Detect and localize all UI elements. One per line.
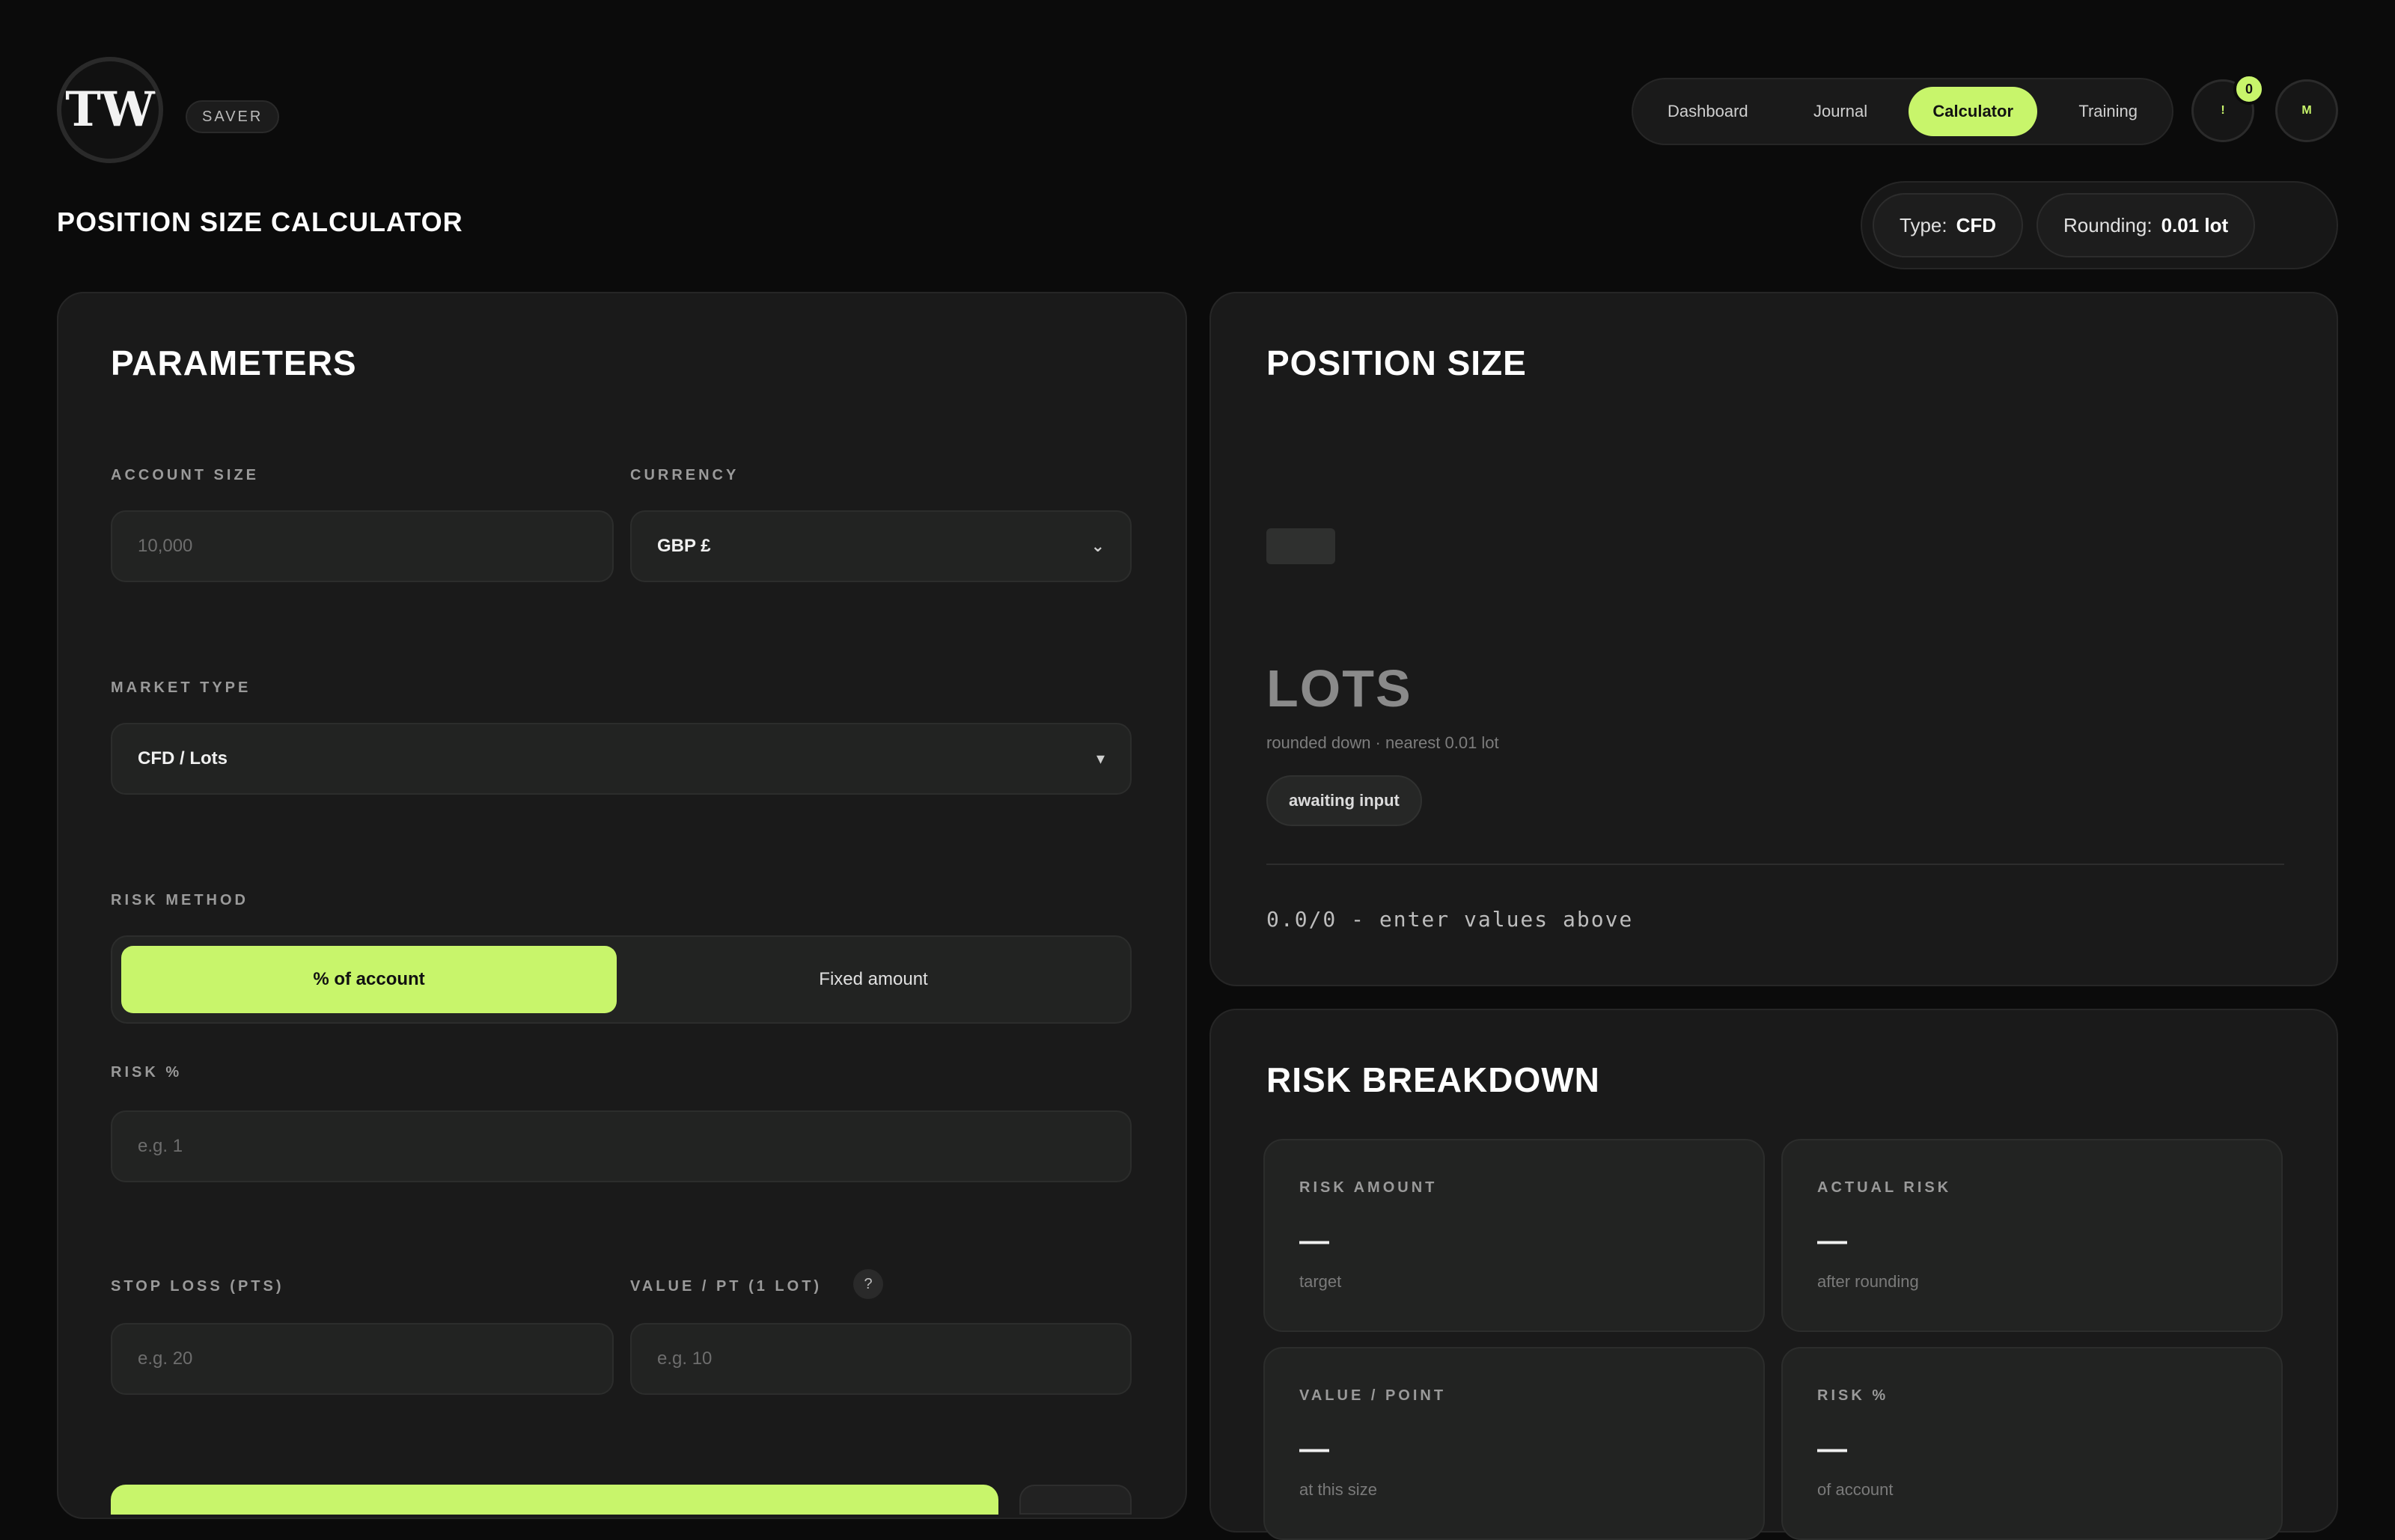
risk-method-percent[interactable]: % of account xyxy=(121,946,617,1013)
stat-value: — xyxy=(1299,1224,1329,1257)
stat-sub: of account xyxy=(1817,1480,1894,1499)
alert-icon: ! xyxy=(2221,104,2225,117)
value-pt-input[interactable]: e.g. 10 xyxy=(630,1323,1132,1395)
stat-label: ACTUAL RISK xyxy=(1817,1179,1952,1196)
market-type-select[interactable]: CFD / Lots ▾ xyxy=(111,723,1132,795)
risk-breakdown-title: RISK BREAKDOWN xyxy=(1266,1060,1600,1099)
stat-label: RISK % xyxy=(1817,1387,1889,1404)
chevron-down-icon: ▾ xyxy=(1096,749,1105,768)
position-size-title: POSITION SIZE xyxy=(1266,343,1527,382)
currency-label: CURRENCY xyxy=(630,467,739,483)
account-size-label: ACCOUNT SIZE xyxy=(111,467,259,483)
nav-journal[interactable]: Journal xyxy=(1790,87,1891,136)
position-size-card xyxy=(1209,292,2338,986)
page-title: POSITION SIZE CALCULATOR xyxy=(57,207,463,237)
help-icon[interactable]: ? xyxy=(853,1269,883,1299)
rounding-value: 0.01 lot xyxy=(2161,213,2229,236)
type-value: CFD xyxy=(1956,213,1997,236)
value-pt-label: VALUE / PT (1 LOT) xyxy=(630,1278,823,1295)
chevron-down-icon: ⌄ xyxy=(1090,537,1105,555)
stat-value: — xyxy=(1817,1432,1847,1465)
rounding-chip[interactable]: Rounding: 0.01 lot xyxy=(2036,193,2256,257)
status-badge: awaiting input xyxy=(1266,775,1422,826)
type-chip[interactable]: Type: CFD xyxy=(1873,193,2024,257)
stat-label: RISK AMOUNT xyxy=(1299,1179,1438,1196)
result-placeholder xyxy=(1266,528,1335,564)
risk-pct-label: RISK % xyxy=(111,1064,183,1081)
avatar-letter: M xyxy=(2301,104,2312,117)
rounding-note: rounded down · nearest 0.01 lot xyxy=(1266,733,1499,752)
nav-calculator[interactable]: Calculator xyxy=(1909,87,2038,136)
stat-risk-pct: RISK % — of account xyxy=(1781,1347,2283,1540)
market-type-label: MARKET TYPE xyxy=(111,679,251,696)
stat-sub: target xyxy=(1299,1272,1342,1291)
currency-value: GBP £ xyxy=(657,536,711,556)
lots-unit: LOTS xyxy=(1266,659,1412,718)
risk-pct-input[interactable]: e.g. 1 xyxy=(111,1110,1132,1182)
risk-method-fixed[interactable]: Fixed amount xyxy=(626,946,1121,1013)
calc-settings: Type: CFD Rounding: 0.01 lot xyxy=(1861,181,2338,269)
stat-sub: at this size xyxy=(1299,1480,1377,1499)
stat-sub: after rounding xyxy=(1817,1272,1919,1291)
stat-risk-amount: RISK AMOUNT — target xyxy=(1263,1139,1765,1332)
stat-value-point: VALUE / POINT — at this size xyxy=(1263,1347,1765,1540)
stat-value: — xyxy=(1817,1224,1847,1257)
divider xyxy=(1266,864,2284,865)
brand-logo[interactable]: TW xyxy=(57,57,163,163)
stat-label: VALUE / POINT xyxy=(1299,1387,1447,1404)
rounding-label: Rounding: xyxy=(2063,213,2153,236)
market-type-value: CFD / Lots xyxy=(138,748,228,769)
risk-method-label: RISK METHOD xyxy=(111,892,248,908)
stat-value: — xyxy=(1299,1432,1329,1465)
status-text: 0.0/0 - enter values above xyxy=(1266,907,1634,932)
notification-badge: 0 xyxy=(2233,73,2265,105)
stat-actual-risk: ACTUAL RISK — after rounding xyxy=(1781,1139,2283,1332)
currency-select[interactable]: GBP £ ⌄ xyxy=(630,510,1132,582)
plan-badge: SAVER xyxy=(186,100,280,133)
risk-method-toggle: % of account Fixed amount xyxy=(111,935,1132,1024)
reset-button[interactable] xyxy=(1019,1485,1132,1515)
type-label: Type: xyxy=(1900,213,1947,236)
nav-dashboard[interactable]: Dashboard xyxy=(1644,87,1772,136)
stop-loss-input[interactable]: e.g. 20 xyxy=(111,1323,614,1395)
main-nav: Dashboard Journal Calculator Training xyxy=(1632,78,2173,145)
stop-loss-label: STOP LOSS (PTS) xyxy=(111,1278,284,1295)
parameters-title: PARAMETERS xyxy=(111,343,357,382)
nav-training[interactable]: Training xyxy=(2054,87,2161,136)
user-avatar[interactable]: M xyxy=(2275,79,2338,142)
calculate-button[interactable] xyxy=(111,1485,998,1515)
account-size-input[interactable]: 10,000 xyxy=(111,510,614,582)
logo-mark: TW xyxy=(65,82,155,138)
